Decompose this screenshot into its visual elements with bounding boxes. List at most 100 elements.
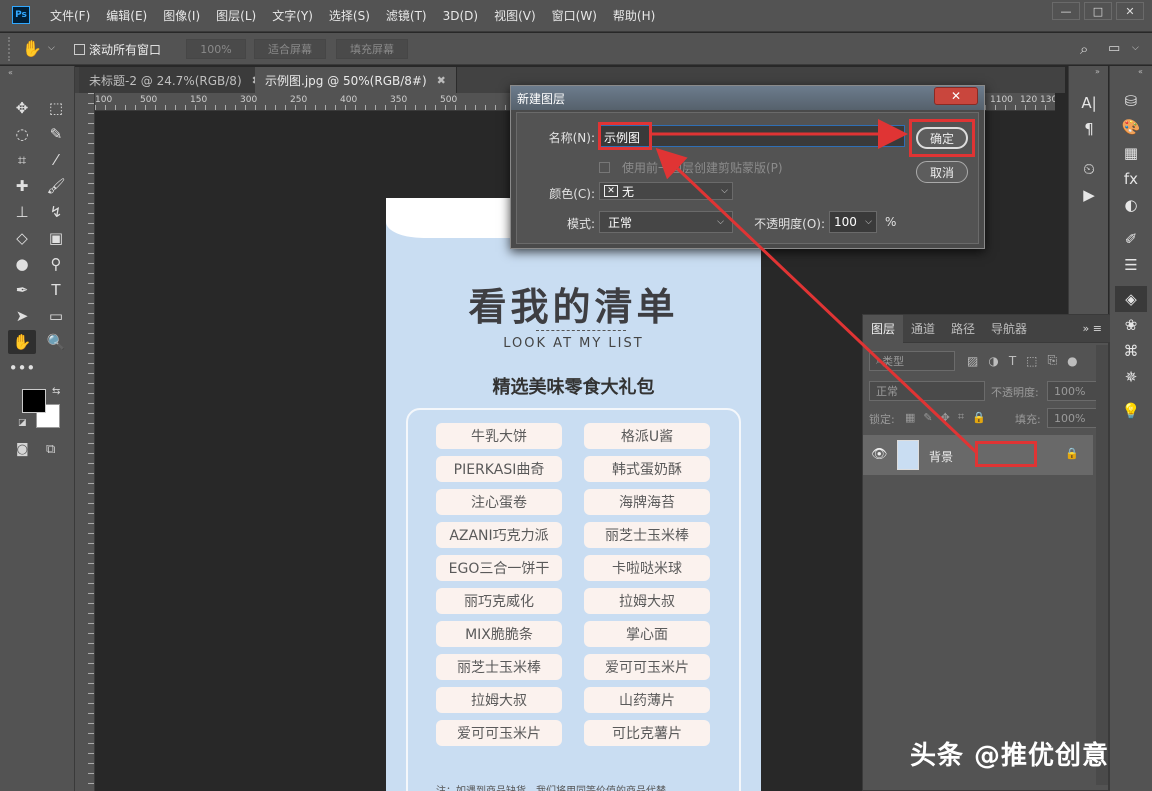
tab-channels[interactable]: 通道 bbox=[903, 315, 943, 343]
maximize-button[interactable]: □ bbox=[1084, 2, 1112, 20]
workspace-icon[interactable]: ▭ bbox=[1108, 41, 1120, 56]
menu-file[interactable]: 文件(F) bbox=[42, 0, 98, 32]
layer-filter-select[interactable]: ⌕ 类型 bbox=[869, 351, 955, 371]
libraries-icon[interactable]: ⛁ bbox=[1115, 88, 1147, 114]
fill-screen-button[interactable]: 填充屏幕 bbox=[336, 39, 408, 59]
opacity-field[interactable]: 100% bbox=[1047, 381, 1103, 401]
history-panel-icon[interactable]: ⏲ bbox=[1073, 156, 1105, 182]
panel-menu-icon[interactable]: » ≡ bbox=[1083, 322, 1110, 335]
dialog-close-button[interactable]: ✕ bbox=[934, 87, 978, 105]
close-window-button[interactable]: ✕ bbox=[1116, 2, 1144, 20]
quick-mask-icon[interactable]: ◙ bbox=[16, 442, 29, 457]
checkbox-icon[interactable] bbox=[74, 44, 85, 55]
stamp-tool-icon[interactable]: ⊥ bbox=[8, 200, 36, 224]
type-filter-icon[interactable]: T bbox=[1009, 354, 1016, 368]
smart-filter-icon[interactable]: ⎘ bbox=[1048, 353, 1058, 368]
minimize-button[interactable]: — bbox=[1052, 2, 1080, 20]
paths-icon[interactable]: ⌘ bbox=[1115, 338, 1147, 364]
color-select[interactable]: ✕ 无 ⌵ bbox=[599, 182, 733, 200]
menu-type[interactable]: 文字(Y) bbox=[264, 0, 321, 32]
menu-image[interactable]: 图像(I) bbox=[155, 0, 208, 32]
image-filter-icon[interactable]: ▨ bbox=[967, 354, 978, 368]
dodge-tool-icon[interactable]: ⚲ bbox=[42, 252, 70, 276]
adjust-filter-icon[interactable]: ◑ bbox=[988, 354, 998, 368]
grip-handle[interactable] bbox=[8, 37, 10, 61]
character-panel-icon[interactable]: A| bbox=[1073, 90, 1105, 116]
ok-button[interactable]: 确定 bbox=[916, 127, 968, 149]
collapse-icon[interactable]: » bbox=[1095, 67, 1100, 76]
menu-view[interactable]: 视图(V) bbox=[486, 0, 544, 32]
lock-pixels-icon[interactable]: ✎ bbox=[923, 411, 932, 424]
menu-filter[interactable]: 滤镜(T) bbox=[378, 0, 435, 32]
channels-icon[interactable]: ❀ bbox=[1115, 312, 1147, 338]
hand-tool-icon[interactable]: ✋ bbox=[22, 39, 42, 58]
learn-lightbulb-icon[interactable]: 💡 bbox=[1115, 398, 1147, 424]
more-tools-icon[interactable]: ••• bbox=[8, 356, 36, 380]
menu-3d[interactable]: 3D(D) bbox=[435, 0, 486, 32]
menu-help[interactable]: 帮助(H) bbox=[605, 0, 663, 32]
search-icon[interactable]: ⌕ bbox=[1080, 40, 1088, 58]
tab-untitled[interactable]: 未标题-2 @ 24.7%(RGB/8)✖ bbox=[79, 67, 272, 93]
fill-field[interactable]: 100% bbox=[1047, 408, 1103, 428]
fit-screen-button[interactable]: 适合屏幕 bbox=[254, 39, 326, 59]
eyedropper-tool-icon[interactable]: ⁄ bbox=[42, 148, 70, 172]
zoom-tool-icon[interactable]: 🔍 bbox=[42, 330, 70, 354]
menu-window[interactable]: 窗口(W) bbox=[544, 0, 605, 32]
menu-select[interactable]: 选择(S) bbox=[321, 0, 378, 32]
clip-mask-checkbox[interactable]: 使用前一图层创建剪贴蒙版(P) bbox=[599, 159, 783, 176]
layers-panel-icon[interactable]: ◈ bbox=[1115, 286, 1147, 312]
gradient-tool-icon[interactable]: ▣ bbox=[42, 226, 70, 250]
menu-layer[interactable]: 图层(L) bbox=[208, 0, 264, 32]
healing-brush-icon[interactable]: ✚ bbox=[8, 174, 36, 198]
shape-filter-icon[interactable]: ⬚ bbox=[1026, 354, 1037, 368]
default-colors-icon[interactable]: ◪ bbox=[18, 418, 27, 428]
foreground-color-swatch[interactable] bbox=[22, 389, 46, 413]
swap-colors-icon[interactable]: ⇆ bbox=[52, 386, 60, 397]
blend-mode-select[interactable]: 正常 bbox=[869, 381, 985, 401]
crop-tool-icon[interactable]: ⌗ bbox=[8, 148, 36, 172]
type-tool-icon[interactable]: T bbox=[42, 278, 70, 302]
screen-mode-icon[interactable]: ⧉ bbox=[46, 442, 55, 457]
opacity-input[interactable]: 100 ⌵ bbox=[829, 211, 877, 233]
marquee-tool-icon[interactable]: ⬚ bbox=[42, 96, 70, 120]
move-tool-icon[interactable]: ✥ bbox=[8, 96, 36, 120]
hand-tool-icon[interactable]: ✋ bbox=[8, 330, 36, 354]
fx-styles-icon[interactable]: fx bbox=[1115, 166, 1147, 192]
brush-tool-icon[interactable]: 🖌 bbox=[42, 174, 70, 198]
color-panel-icon[interactable]: 🎨 bbox=[1115, 114, 1147, 140]
lock-position-icon[interactable]: ✥ bbox=[941, 411, 950, 424]
history-brush-icon[interactable]: ↯ bbox=[42, 200, 70, 224]
collapse-icon[interactable]: « bbox=[1138, 67, 1143, 76]
layer-row-background[interactable]: 👁 背景 🔒 bbox=[863, 435, 1093, 475]
adjustments-icon[interactable]: ◐ bbox=[1115, 192, 1147, 218]
path-select-tool-icon[interactable]: ➤ bbox=[8, 304, 36, 328]
chevron-down-icon[interactable]: ⌵ bbox=[865, 217, 872, 227]
paragraph-panel-icon[interactable]: ¶ bbox=[1073, 116, 1105, 142]
rectangle-tool-icon[interactable]: ▭ bbox=[42, 304, 70, 328]
checkbox-icon[interactable] bbox=[599, 162, 610, 173]
close-tab-icon[interactable]: ✖ bbox=[437, 74, 446, 87]
swatches-icon[interactable]: ▦ bbox=[1115, 140, 1147, 166]
tab-navigator[interactable]: 导航器 bbox=[983, 315, 1035, 343]
chevron-down-icon[interactable]: ⌵ bbox=[48, 43, 55, 53]
navigator-icon[interactable]: ✵ bbox=[1115, 364, 1147, 390]
lock-transparent-icon[interactable]: ▦ bbox=[905, 411, 915, 424]
blur-tool-icon[interactable]: ● bbox=[8, 252, 36, 276]
scroll-all-checkbox[interactable]: 滚动所有窗口 bbox=[74, 41, 161, 58]
tab-paths[interactable]: 路径 bbox=[943, 315, 983, 343]
visibility-eye-icon[interactable]: 👁 bbox=[871, 447, 888, 462]
lock-artboard-icon[interactable]: ⌗ bbox=[958, 410, 964, 424]
actions-play-icon[interactable]: ▶ bbox=[1073, 182, 1105, 208]
filter-toggle-icon[interactable]: ● bbox=[1067, 354, 1077, 368]
panel-scrollbar[interactable] bbox=[1096, 345, 1108, 785]
brush-settings-icon[interactable]: ✐ bbox=[1115, 226, 1147, 252]
tab-sample[interactable]: 示例图.jpg @ 50%(RGB/8#) ✖ bbox=[255, 67, 457, 93]
tab-layers[interactable]: 图层 bbox=[863, 314, 904, 343]
zoom-100-button[interactable]: 100% bbox=[186, 39, 246, 59]
chevron-down-icon[interactable]: ⌵ bbox=[1132, 43, 1139, 53]
lock-icon[interactable]: 🔒 bbox=[1065, 447, 1079, 460]
lasso-tool-icon[interactable]: ◌ bbox=[8, 122, 36, 146]
cancel-button[interactable]: 取消 bbox=[916, 161, 968, 183]
eraser-tool-icon[interactable]: ◇ bbox=[8, 226, 36, 250]
collapse-icon[interactable]: « bbox=[8, 68, 13, 77]
